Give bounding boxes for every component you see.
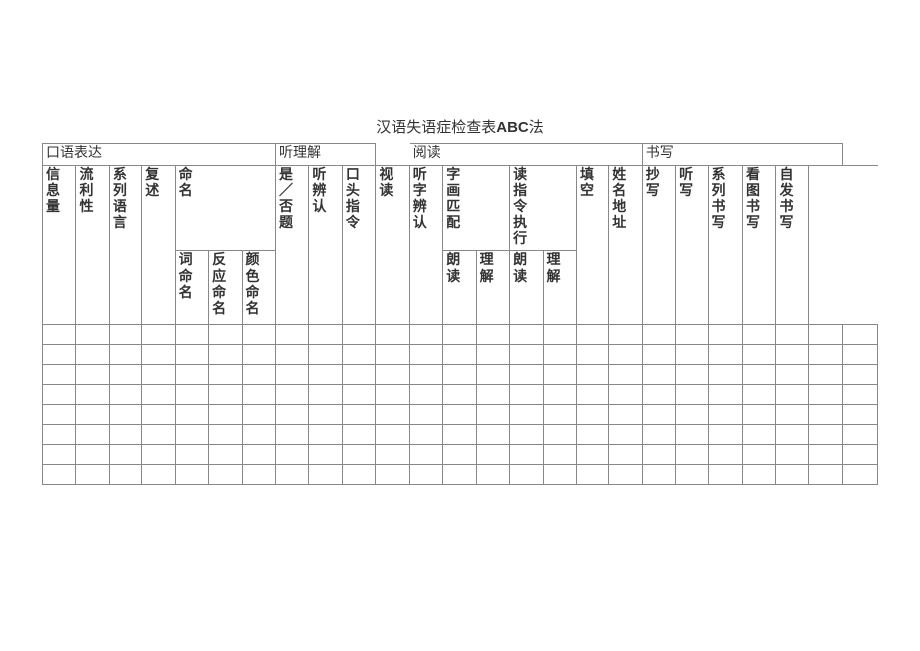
col-fluency: 流利性 — [76, 166, 109, 325]
header-row-1: 信息量 流利性 系列语言 复述 命名 是／否题 听辨认 口头指令 视读 听字辨认… — [43, 166, 878, 251]
section-gap1 — [376, 144, 409, 166]
section-read: 阅读 — [409, 144, 642, 166]
table-row — [43, 405, 878, 425]
col-yesno: 是／否题 — [275, 166, 308, 325]
col-info: 信息量 — [43, 166, 76, 325]
title-method: ABC — [496, 119, 529, 136]
col-naming-resp: 反应命名 — [209, 251, 242, 325]
col-vis-read: 视读 — [376, 166, 409, 325]
table-row — [43, 465, 878, 485]
col-series: 系列语言 — [109, 166, 141, 325]
col-cmd-comp: 理解 — [543, 251, 576, 325]
col-naming: 命名 — [175, 166, 275, 251]
section-row: 口语表达 听理解 阅读 书写 — [43, 144, 878, 166]
col-oral-cmd: 口头指令 — [342, 166, 375, 325]
col-fill: 填空 — [576, 166, 608, 325]
col-char-recog: 听字辨认 — [409, 166, 442, 325]
col-charpic-comp: 理解 — [476, 251, 509, 325]
col-read-cmd: 读指令执行 — [510, 166, 577, 251]
table-row — [43, 385, 878, 405]
aphasia-table: 口语表达 听理解 阅读 书写 信息量 流利性 系列语言 复述 命名 是／否题 听… — [42, 143, 878, 485]
section-gap2 — [843, 144, 878, 166]
col-series-w: 系列书写 — [708, 166, 743, 325]
col-naming-color: 颜色命名 — [242, 251, 275, 325]
col-copy: 抄写 — [642, 166, 675, 325]
col-dictation: 听写 — [676, 166, 708, 325]
col-repeat: 复述 — [142, 166, 175, 325]
section-listen: 听理解 — [275, 144, 375, 166]
table-row — [43, 345, 878, 365]
table-row — [43, 325, 878, 345]
table-row — [43, 445, 878, 465]
col-pic-write: 看图书写 — [743, 166, 776, 325]
page: 汉语失语症检查表ABC法 口语表达 听理解 阅读 书写 信息量 流利性 系列语言… — [0, 0, 920, 651]
col-charpic-read: 朗读 — [443, 251, 476, 325]
col-name-addr: 姓名地址 — [609, 166, 642, 325]
col-aud-recog: 听辨认 — [309, 166, 342, 325]
page-title: 汉语失语症检查表ABC法 — [42, 116, 878, 137]
title-prefix: 汉语失语症检查表 — [376, 120, 496, 136]
col-char-pic: 字画匹配 — [443, 166, 510, 251]
table-row — [43, 365, 878, 385]
section-oral: 口语表达 — [43, 144, 276, 166]
title-suffix: 法 — [529, 120, 544, 136]
table-row — [43, 425, 878, 445]
col-cmd-read: 朗读 — [510, 251, 543, 325]
col-spont: 自发书写 — [776, 166, 808, 325]
col-naming-word: 词命名 — [175, 251, 208, 325]
section-write: 书写 — [642, 144, 843, 166]
